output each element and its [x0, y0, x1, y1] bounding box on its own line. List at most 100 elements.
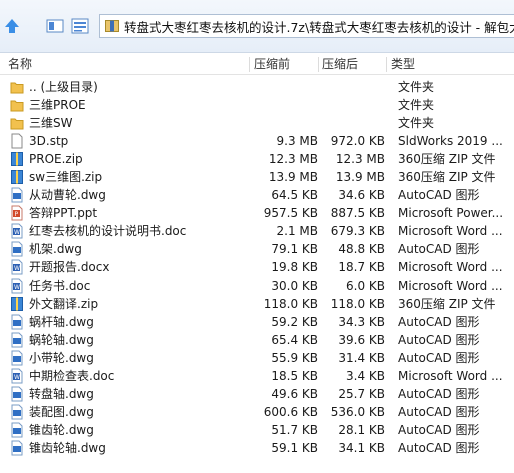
dwg-icon — [10, 422, 24, 440]
item-name: 外文翻译.zip — [29, 296, 99, 311]
address-bar[interactable]: 转盘式大枣红枣去核机的设计.7z\转盘式大枣红枣去核机的设计 - 解包大小 — [99, 14, 514, 38]
item-packed-size: 48.8 KB — [338, 242, 385, 257]
item-type: Microsoft Word ... — [398, 368, 503, 383]
item-name: 3D.stp — [29, 134, 69, 149]
item-packed-size: 12.3 MB — [335, 152, 385, 167]
item-packed-size: 31.4 KB — [338, 350, 385, 365]
dwg-icon — [10, 314, 24, 332]
list-item[interactable]: .. (上级目录) 文件夹 — [0, 78, 514, 96]
item-name: 三维SW — [29, 116, 73, 131]
item-name: 锥齿轮轴.dwg — [29, 440, 106, 455]
doc-icon: W — [10, 259, 24, 277]
item-packed-size: 34.6 KB — [338, 188, 385, 203]
list-item[interactable]: 装配图.dwg 600.6 KB 536.0 KB AutoCAD 图形 — [0, 403, 514, 421]
item-size: 59.2 KB — [271, 314, 318, 329]
list-item[interactable]: W 中期检查表.doc 18.5 KB 3.4 KB Microsoft Word ..… — [0, 367, 514, 385]
list-item[interactable]: sw三维图.zip 13.9 MB 13.9 MB 360压缩 ZIP 文件 — [0, 168, 514, 186]
dwg-icon — [10, 241, 24, 259]
item-type: AutoCAD 图形 — [398, 440, 480, 455]
list-item[interactable]: W 红枣去核机的设计说明书.doc 2.1 MB 679.3 KB Microsoft … — [0, 222, 514, 240]
item-packed-size: 25.7 KB — [338, 386, 385, 401]
item-name: 中期检查表.doc — [29, 368, 115, 383]
item-packed-size: 887.5 KB — [330, 206, 385, 221]
item-size: 9.3 MB — [276, 134, 318, 149]
list-item[interactable]: 三维SW 文件夹 — [0, 114, 514, 132]
list-item[interactable]: 锥齿轮轴.dwg 59.1 KB 34.1 KB AutoCAD 图形 — [0, 439, 514, 457]
item-name: 从动曹轮.dwg — [29, 188, 106, 203]
item-type: AutoCAD 图形 — [398, 332, 480, 347]
list-item[interactable]: 三维PROE 文件夹 — [0, 96, 514, 114]
item-type: 360压缩 ZIP 文件 — [398, 170, 496, 185]
col-size[interactable]: 压缩前 — [250, 56, 318, 73]
item-size: 64.5 KB — [271, 188, 318, 203]
item-packed-size: 34.3 KB — [338, 314, 385, 329]
doc-icon: W — [10, 278, 24, 296]
list-item[interactable]: 蜗轮轴.dwg 65.4 KB 39.6 KB AutoCAD 图形 — [0, 331, 514, 349]
item-size: 2.1 MB — [276, 224, 318, 239]
folder-icon — [10, 115, 24, 133]
item-packed-size: 118.0 KB — [330, 296, 385, 311]
item-name: 装配图.dwg — [29, 404, 94, 419]
item-name: 机架.dwg — [29, 242, 82, 257]
item-type: SldWorks 2019 ... — [398, 134, 503, 149]
item-packed-size: 28.1 KB — [338, 422, 385, 437]
folder-up-icon — [10, 79, 24, 97]
list-item[interactable]: P 答辩PPT.ppt 957.5 KB 887.5 KB Microsoft Powe… — [0, 204, 514, 222]
col-packed[interactable]: 压缩后 — [318, 56, 386, 73]
archive-icon — [105, 20, 119, 32]
list-item[interactable]: PROE.zip 12.3 MB 12.3 MB 360压缩 ZIP 文件 — [0, 150, 514, 168]
item-name: 蜗轮轴.dwg — [29, 332, 94, 347]
file-icon — [10, 133, 24, 151]
item-name: 蜗杆轴.dwg — [29, 314, 94, 329]
list-item[interactable]: W 任务书.doc 30.0 KB 6.0 KB Microsoft Word ... — [0, 277, 514, 295]
dwg-icon — [10, 350, 24, 368]
ppt-icon: P — [10, 205, 24, 223]
up-arrow-icon[interactable] — [1, 15, 23, 37]
item-type: 360压缩 ZIP 文件 — [398, 296, 496, 311]
list-view-icon[interactable] — [69, 15, 91, 37]
item-type: 文件夹 — [398, 116, 435, 131]
svg-text:P: P — [15, 211, 19, 218]
item-packed-size: 679.3 KB — [330, 224, 385, 239]
item-size: 30.0 KB — [271, 278, 318, 293]
doc-icon: W — [10, 368, 24, 386]
item-type: Microsoft Word ... — [398, 260, 503, 275]
col-name[interactable]: 名称 — [4, 56, 250, 73]
list-item[interactable]: W 开题报告.docx 19.8 KB 18.7 KB Microsoft Word .… — [0, 258, 514, 276]
list-item[interactable]: 小带轮.dwg 55.9 KB 31.4 KB AutoCAD 图形 — [0, 349, 514, 367]
item-type: AutoCAD 图形 — [398, 422, 480, 437]
list-item[interactable]: 外文翻译.zip 118.0 KB 118.0 KB 360压缩 ZIP 文件 — [0, 295, 514, 313]
list-item[interactable]: 锥齿轮.dwg 51.7 KB 28.1 KB AutoCAD 图形 — [0, 421, 514, 439]
item-size: 19.8 KB — [271, 260, 318, 275]
col-type[interactable]: 类型 — [387, 56, 514, 73]
item-size: 59.1 KB — [271, 440, 318, 455]
folder-icon — [10, 97, 24, 115]
dwg-icon — [10, 440, 24, 458]
dwg-icon — [10, 187, 24, 205]
view-mode-icon[interactable] — [44, 15, 66, 37]
dwg-icon — [10, 404, 24, 422]
zip-icon — [10, 151, 24, 169]
item-size: 55.9 KB — [271, 350, 318, 365]
list-item[interactable]: 从动曹轮.dwg 64.5 KB 34.6 KB AutoCAD 图形 — [0, 186, 514, 204]
item-packed-size: 6.0 KB — [346, 278, 385, 293]
item-name: 红枣去核机的设计说明书.doc — [29, 224, 187, 239]
item-name: 任务书.doc — [29, 278, 91, 293]
item-type: 文件夹 — [398, 80, 435, 94]
item-size: 49.6 KB — [271, 386, 318, 401]
item-type: 360压缩 ZIP 文件 — [398, 152, 496, 167]
list-item[interactable]: 蜗杆轴.dwg 59.2 KB 34.3 KB AutoCAD 图形 — [0, 313, 514, 331]
list-item[interactable]: 转盘轴.dwg 49.6 KB 25.7 KB AutoCAD 图形 — [0, 385, 514, 403]
item-name: PROE.zip — [29, 152, 83, 167]
item-name: 三维PROE — [29, 98, 86, 113]
list-item[interactable]: 机架.dwg 79.1 KB 48.8 KB AutoCAD 图形 — [0, 240, 514, 258]
item-name: sw三维图.zip — [29, 170, 103, 185]
item-type: AutoCAD 图形 — [398, 386, 480, 401]
dwg-icon — [10, 386, 24, 404]
item-name: 锥齿轮.dwg — [29, 422, 94, 437]
svg-text:W: W — [14, 374, 20, 381]
item-name: 开题报告.docx — [29, 260, 110, 275]
item-size: 957.5 KB — [263, 206, 318, 221]
item-packed-size: 13.9 MB — [335, 170, 385, 185]
list-item[interactable]: 3D.stp 9.3 MB 972.0 KB SldWorks 2019 ... — [0, 132, 514, 150]
